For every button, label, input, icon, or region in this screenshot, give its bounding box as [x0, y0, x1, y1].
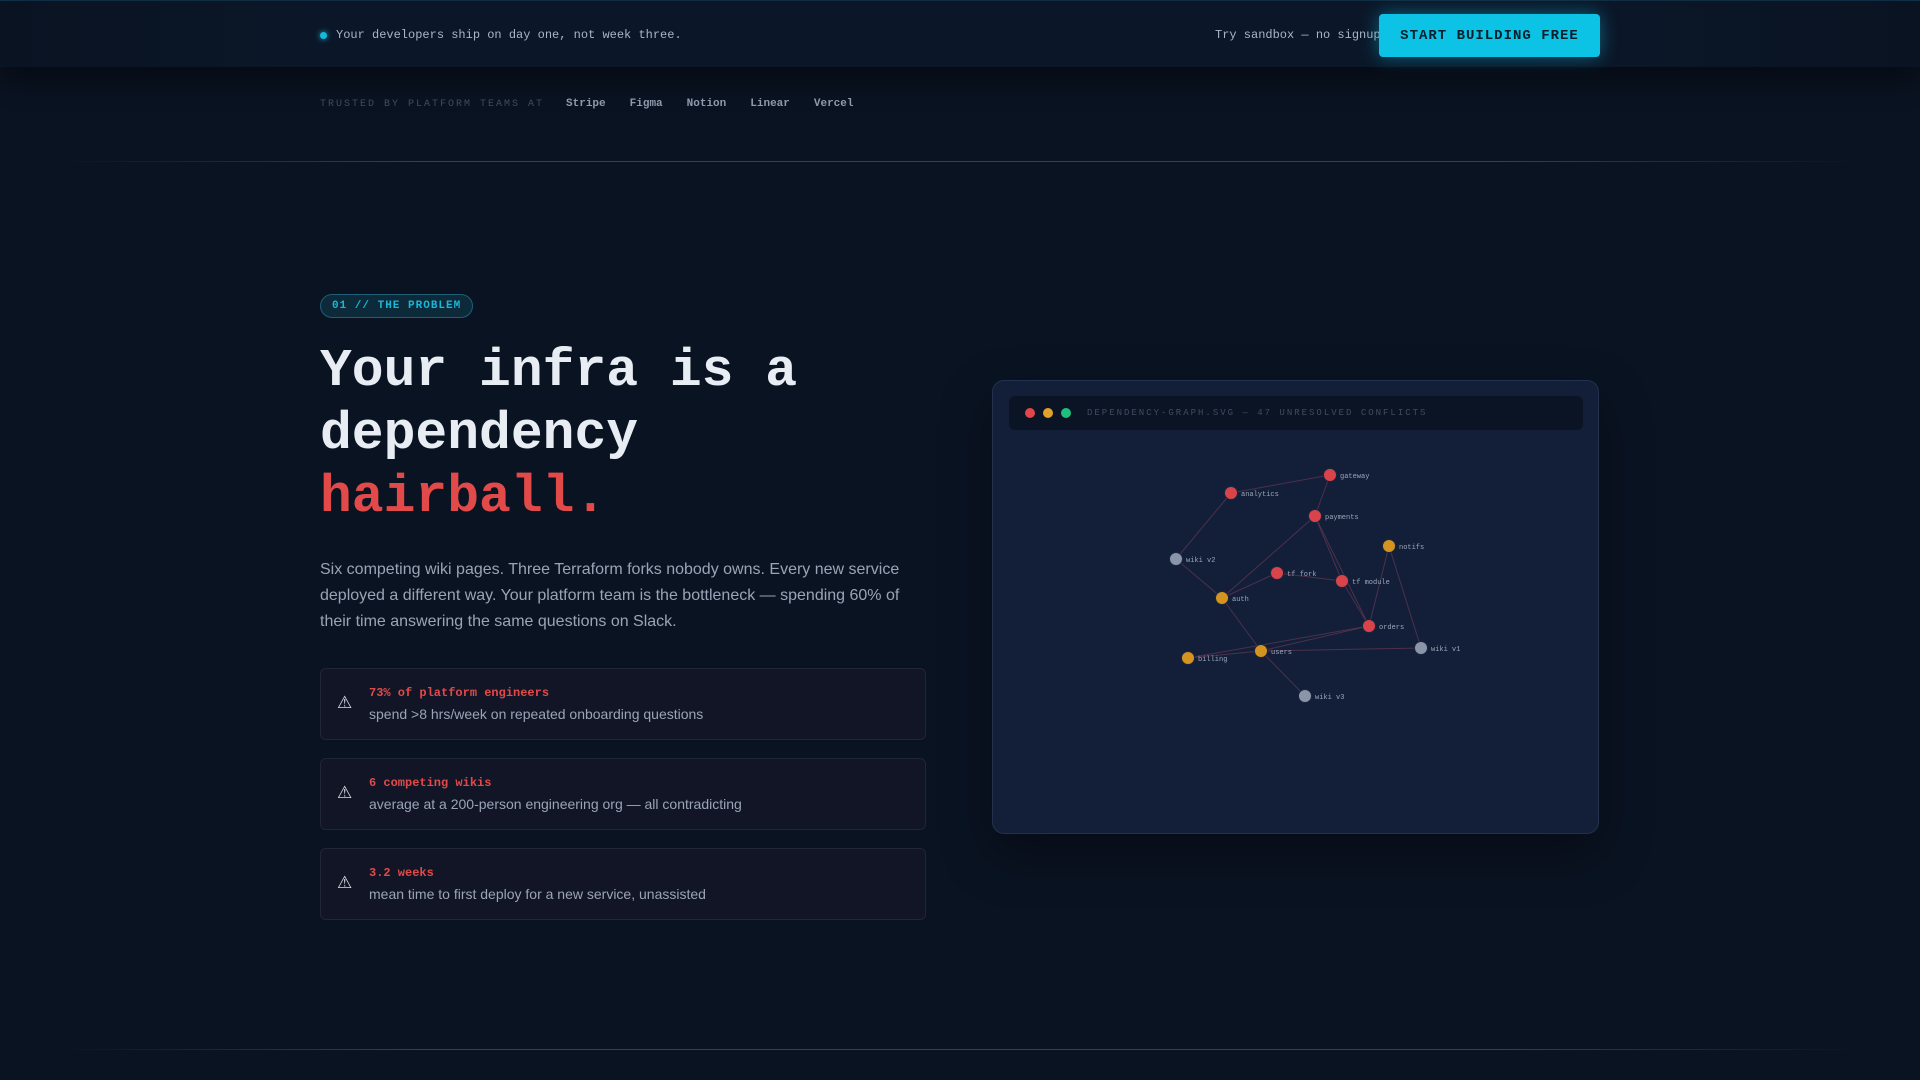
graph-node [1323, 468, 1337, 482]
dependency-graph-panel: DEPENDENCY-GRAPH.SVG — 47 UNRESOLVED CON… [992, 380, 1599, 834]
logo-linear: Linear [750, 98, 790, 110]
headline-line-1: Your infra is a [320, 341, 798, 401]
graph-node-label: users [1271, 649, 1292, 657]
graph-node-label: orders [1379, 624, 1404, 632]
graph-node [1254, 644, 1268, 658]
tagline: Your developers ship on day one, not wee… [320, 28, 682, 42]
graph-node-label: tf module [1352, 579, 1390, 587]
section-divider [60, 161, 1860, 162]
graph-node [1335, 574, 1349, 588]
graph-node [1224, 486, 1238, 500]
graph-node [1215, 591, 1229, 605]
graph-node-label: wiki v3 [1315, 694, 1344, 702]
trusted-by-row: TRUSTED BY PLATFORM TEAMS AT Stripe Figm… [320, 98, 877, 110]
logo-figma: Figma [629, 98, 663, 110]
stat-body: average at a 200-person engineering org … [369, 796, 742, 812]
graph-node [1270, 566, 1284, 580]
graph-node-label: analytics [1241, 491, 1279, 499]
graph-node-label: tf fork [1287, 571, 1316, 579]
logo-notion: Notion [686, 98, 727, 110]
headline-accent: hairball. [320, 467, 607, 527]
warning-icon: ⚠ [337, 873, 353, 892]
graph-node-label: billing [1198, 656, 1227, 664]
graph-node [1414, 641, 1428, 655]
page-title: Your infra is a dependency hairball. [320, 340, 797, 529]
trusted-label: TRUSTED BY PLATFORM TEAMS AT [320, 98, 545, 110]
announcement-bar: Your developers ship on day one, not wee… [0, 1, 1920, 67]
graph-edge [1314, 515, 1370, 627]
graph-node-label: notifs [1399, 544, 1424, 552]
graph-edge [1260, 650, 1306, 697]
headline-line-2: dependency [320, 404, 639, 464]
graph-node-label: wiki v1 [1431, 646, 1460, 654]
section-badge: 01 // THE PROBLEM [320, 294, 474, 318]
stat-card: ⚠ 3.2 weeks mean time to first deploy fo… [320, 848, 926, 920]
graph-node [1181, 651, 1195, 665]
graph-node [1382, 539, 1396, 553]
stat-body: mean time to first deploy for a new serv… [369, 886, 706, 902]
graph-edge [1175, 492, 1232, 560]
sandbox-link[interactable]: Try sandbox — no signup [1215, 28, 1381, 42]
stat-title: 6 competing wikis [369, 776, 492, 790]
graph-node [1298, 689, 1312, 703]
graph-edge [1314, 515, 1343, 582]
graph-edge [1221, 572, 1278, 599]
stat-card: ⚠ 6 competing wikis average at a 200-per… [320, 758, 926, 830]
graph-edge [1221, 515, 1316, 599]
graph-edge [1260, 625, 1370, 652]
start-building-button[interactable]: START BUILDING FREE [1379, 14, 1600, 57]
section-description: Six competing wiki pages. Three Terrafor… [320, 561, 900, 630]
stat-body: spend >8 hrs/week on repeated onboarding… [369, 706, 704, 722]
graph-node [1169, 552, 1183, 566]
graph-node-label: payments [1325, 514, 1359, 522]
graph-node-label: auth [1232, 596, 1249, 604]
warning-icon: ⚠ [337, 693, 353, 712]
tagline-text: Your developers ship on day one, not wee… [336, 28, 682, 42]
graph-edge [1388, 545, 1422, 649]
logo-stripe: Stripe [566, 98, 606, 110]
bottom-divider [60, 1049, 1860, 1050]
graph-node-label: wiki v2 [1186, 557, 1215, 565]
status-dot [320, 31, 327, 39]
graph-edge [1221, 597, 1262, 652]
graph-edge [1341, 580, 1370, 627]
stat-title: 73% of platform engineers [369, 686, 550, 700]
warning-icon: ⚠ [337, 783, 353, 802]
dependency-graph: gateway analytics payments notifs wiki v2 tf … [1169, 468, 1460, 703]
stat-card: ⚠ 73% of platform engineers spend >8 hrs… [320, 668, 926, 740]
stat-title: 3.2 weeks [369, 866, 434, 880]
graph-node-label: gateway [1340, 473, 1369, 481]
graph-node [1308, 509, 1322, 523]
logo-vercel: Vercel [813, 98, 854, 110]
graph-node [1362, 619, 1376, 633]
